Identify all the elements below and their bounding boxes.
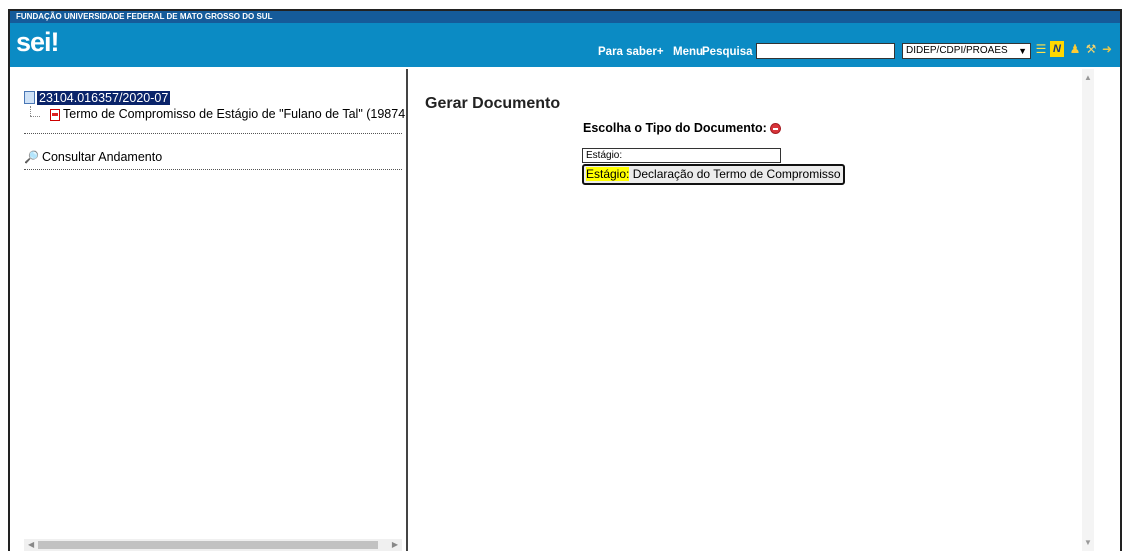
unit-select-value: DIDEP/CDPI/PROAES	[906, 45, 1008, 56]
document-pane: Gerar Documento Escolha o Tipo do Docume…	[408, 69, 1120, 551]
search-input[interactable]	[756, 43, 895, 59]
search-icon: 🔍	[24, 150, 39, 164]
document-type-label: Escolha o Tipo do Documento:	[583, 121, 767, 135]
page-title: Gerar Documento	[425, 95, 561, 112]
horizontal-scrollbar[interactable]: ◀ ▶	[24, 539, 402, 551]
menu-link[interactable]: Menu	[673, 46, 703, 58]
divider	[24, 133, 402, 134]
tree-connector	[30, 116, 40, 117]
document-type-filter-input[interactable]: Estágio:	[582, 148, 781, 163]
scroll-up-icon[interactable]: ▲	[1084, 73, 1092, 82]
scroll-down-icon[interactable]: ▼	[1084, 538, 1092, 547]
consultar-andamento-link[interactable]: 🔍 Consultar Andamento	[24, 150, 162, 164]
exit-icon[interactable]: ➜	[1100, 41, 1114, 57]
pesquisa-label: Pesquisa	[702, 46, 753, 58]
divider	[24, 169, 402, 170]
top-bar: sei! Para saber+ Menu Pesquisa DIDEP/CDP…	[10, 23, 1120, 67]
sei-logo[interactable]: sei!	[16, 27, 60, 58]
option-highlight: Estágio:	[586, 167, 630, 181]
scroll-thumb[interactable]	[38, 541, 378, 549]
document-type-heading: Escolha o Tipo do Documento:	[583, 121, 781, 135]
chevron-down-icon: ▼	[1018, 46, 1027, 56]
tools-icon[interactable]: ⚒	[1084, 41, 1098, 57]
process-folder-icon	[24, 91, 35, 105]
process-number[interactable]: 23104.016357/2020-07	[37, 90, 171, 105]
sei-window: FUNDAÇÃO UNIVERSIDADE FEDERAL DE MATO GR…	[8, 9, 1122, 551]
unit-select[interactable]: DIDEP/CDPI/PROAES ▼	[902, 43, 1031, 59]
institution-banner: FUNDAÇÃO UNIVERSIDADE FEDERAL DE MATO GR…	[10, 11, 1120, 23]
user-icon[interactable]: ♟	[1068, 41, 1082, 57]
process-tree-pane: 23104.016357/2020-07 Termo de Compromiss…	[10, 69, 406, 551]
document-node[interactable]: Termo de Compromisso de Estágio de "Fula…	[50, 107, 405, 121]
minus-circle-icon[interactable]	[769, 123, 781, 135]
document-label[interactable]: Termo de Compromisso de Estágio de "Fula…	[63, 107, 405, 121]
option-text: Declaração do Termo de Compromisso	[629, 167, 841, 181]
document-type-option[interactable]: Estágio: Declaração do Termo de Compromi…	[582, 164, 845, 185]
tree-connector	[30, 106, 31, 116]
scroll-right-icon[interactable]: ▶	[392, 539, 398, 551]
notes-icon[interactable]: N	[1050, 41, 1064, 57]
list-icon[interactable]: ☰	[1034, 41, 1048, 57]
pdf-icon	[50, 108, 60, 121]
consultar-andamento-label: Consultar Andamento	[41, 150, 163, 164]
vertical-scrollbar[interactable]: ▲ ▼	[1082, 69, 1094, 551]
process-node[interactable]: 23104.016357/2020-07	[24, 89, 171, 105]
scroll-left-icon[interactable]: ◀	[28, 539, 34, 551]
para-saber-link[interactable]: Para saber+	[598, 46, 664, 58]
